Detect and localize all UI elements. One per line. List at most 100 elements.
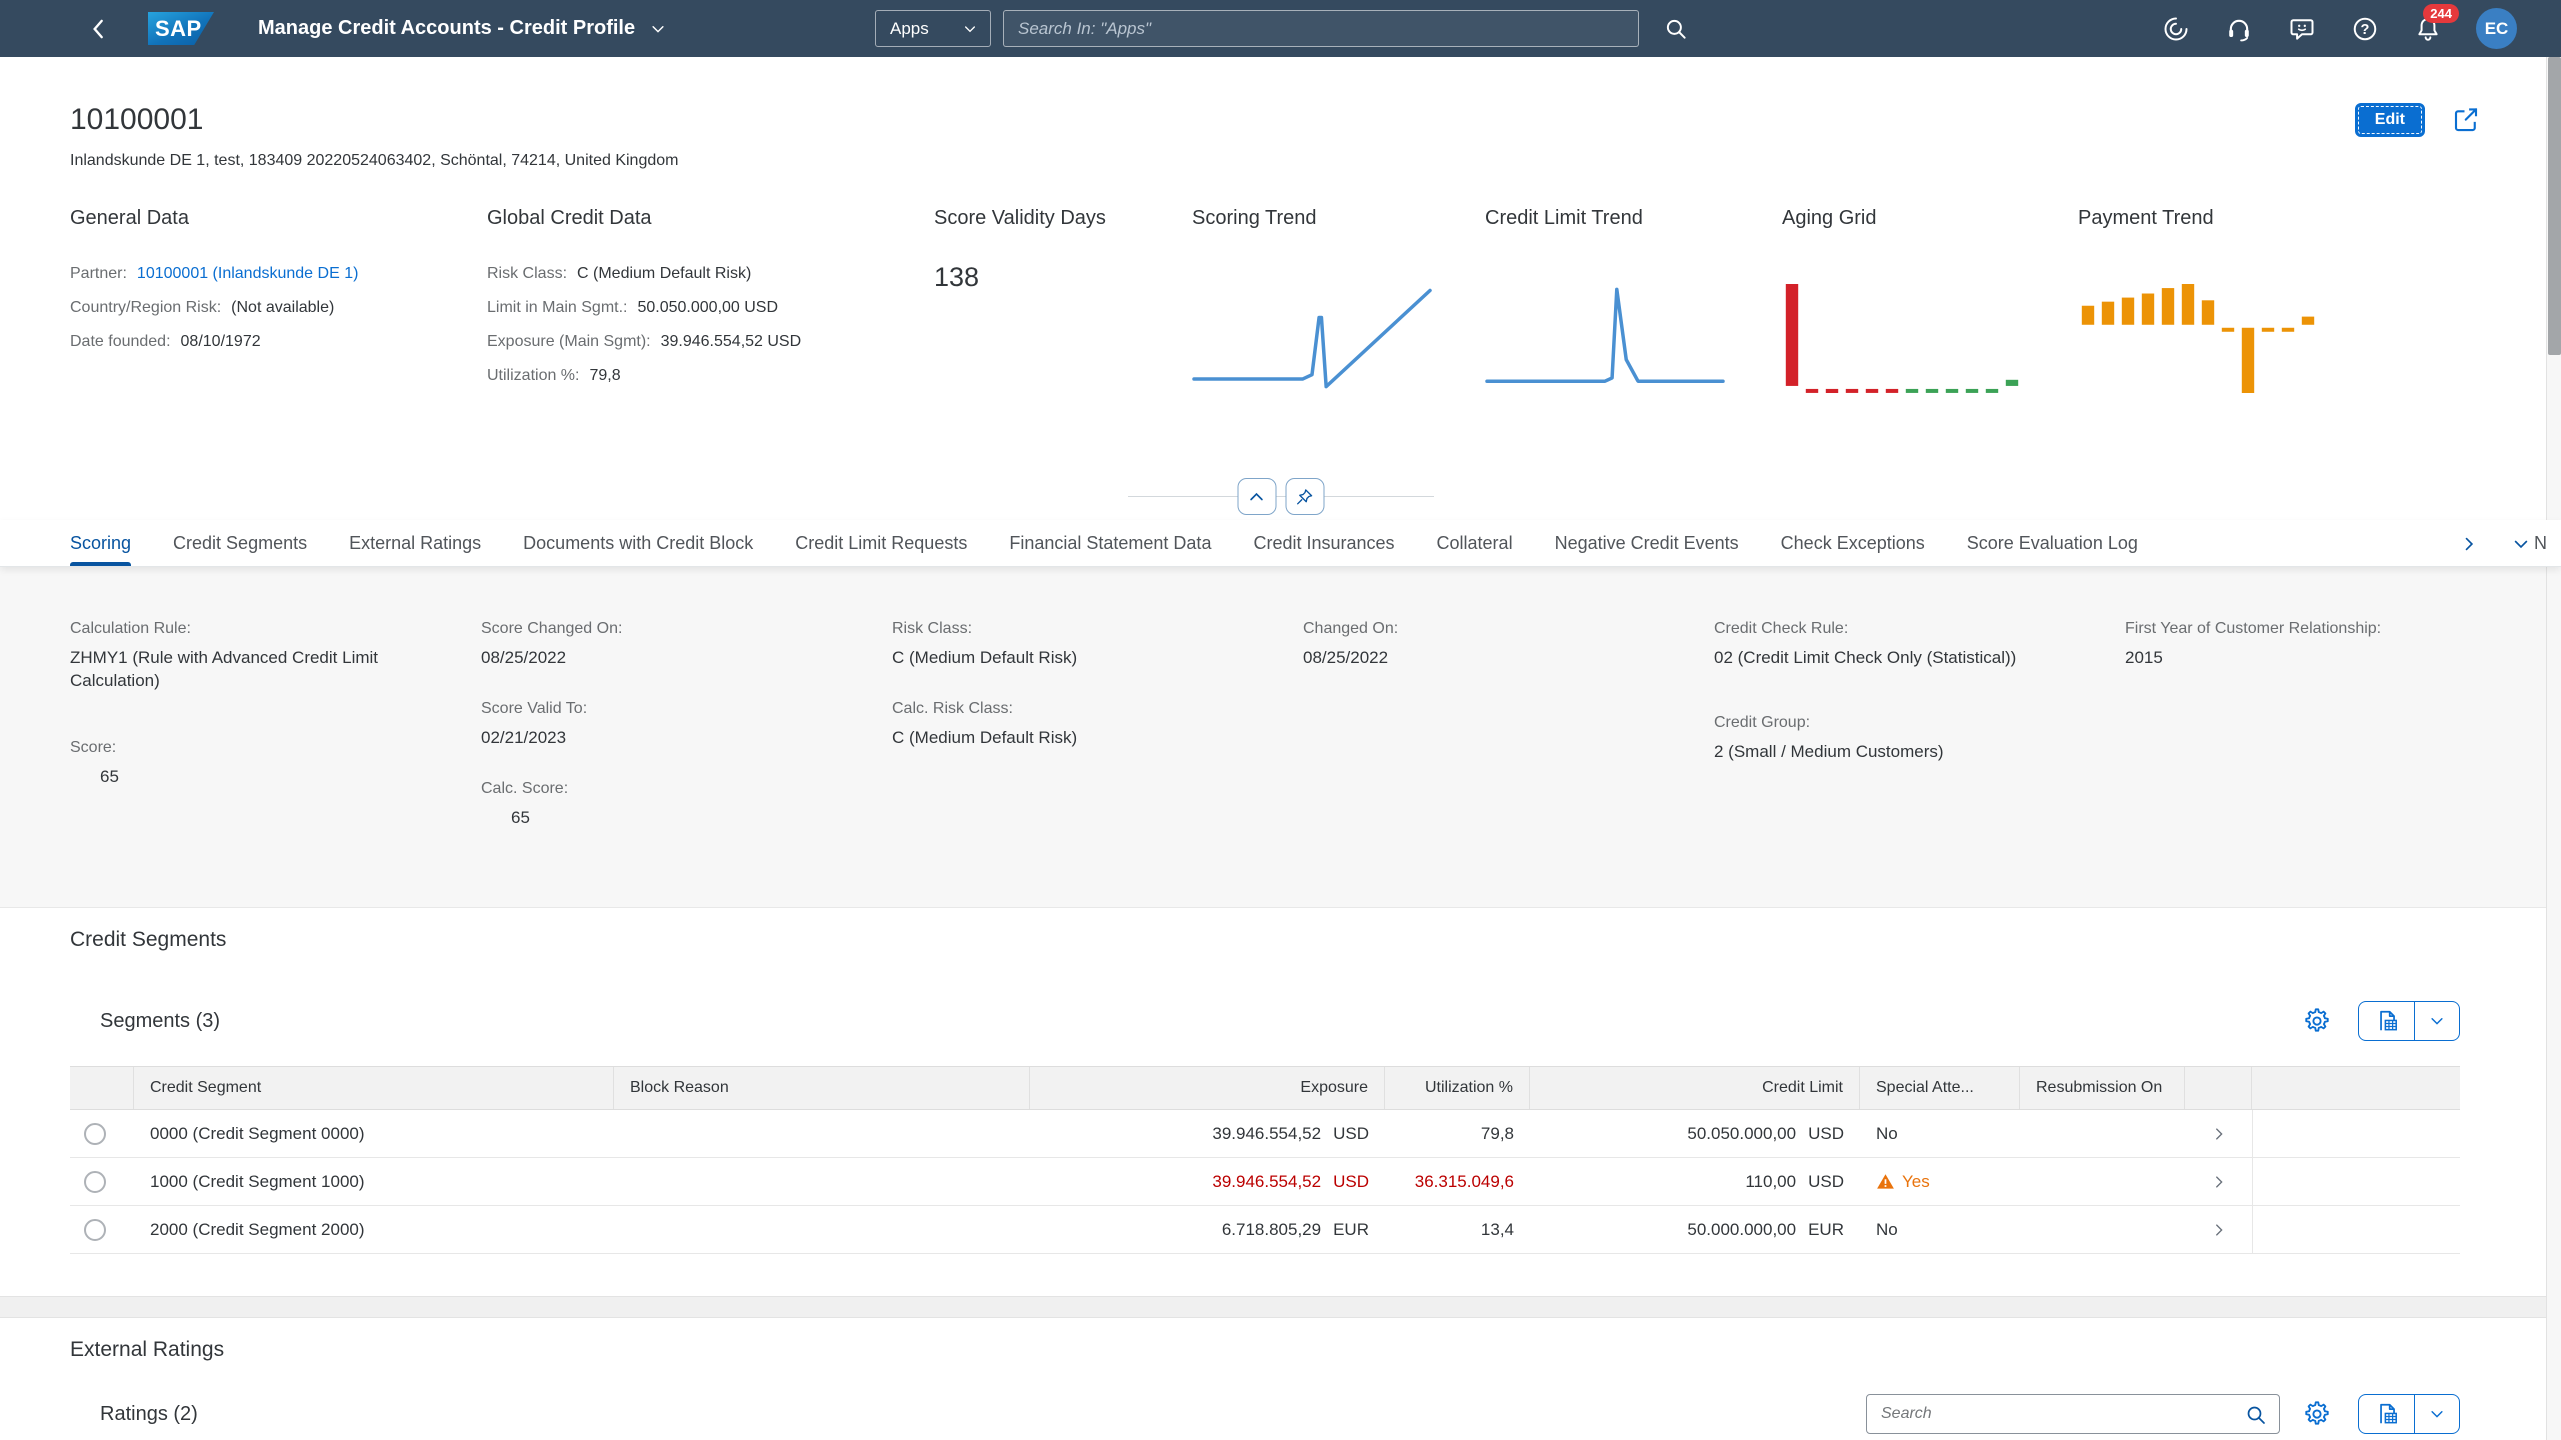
tab-credit-segments[interactable]: Credit Segments xyxy=(173,520,307,566)
search-icon[interactable] xyxy=(2244,1402,2270,1428)
field-label: Credit Check Rule: xyxy=(1714,620,2075,638)
block-reason-cell xyxy=(614,1206,1030,1253)
field-value: 08/10/1972 xyxy=(181,333,261,350)
shell-bar: SAP Manage Credit Accounts - Credit Prof… xyxy=(0,0,2561,57)
column-header[interactable]: Resubmission On xyxy=(2020,1067,2185,1109)
section-credit-segments: Credit Segments Segments (3) xyxy=(0,907,2561,1296)
ratings-table-title: Ratings (2) xyxy=(100,1403,198,1426)
scrollbar-thumb[interactable] xyxy=(2548,57,2561,355)
column-header[interactable]: Credit Segment xyxy=(134,1067,614,1109)
section-title: Credit Segments xyxy=(70,928,226,952)
app-title-menu[interactable]: Manage Credit Accounts - Credit Profile xyxy=(258,17,667,40)
tab-collateral[interactable]: Collateral xyxy=(1437,520,1513,566)
edit-button[interactable]: Edit xyxy=(2355,103,2425,137)
field-label: Credit Group: xyxy=(1714,714,2075,732)
field-label: Calc. Score: xyxy=(481,780,842,798)
tab-negative-credit-events[interactable]: Negative Credit Events xyxy=(1555,520,1739,566)
help-icon[interactable]: ? xyxy=(2350,12,2380,46)
row-radio-button[interactable] xyxy=(84,1171,106,1193)
field-value: ZHMY1 (Rule with Advanced Credit Limit C… xyxy=(70,647,422,693)
back-icon[interactable] xyxy=(84,9,114,49)
field-label: Changed On: xyxy=(1303,620,1664,638)
chart-title: Credit Limit Trend xyxy=(1485,207,1782,230)
field-value: 79,8 xyxy=(589,367,620,384)
column-header[interactable]: Block Reason xyxy=(614,1067,1030,1109)
table-settings-gear-icon[interactable] xyxy=(2302,1004,2336,1038)
chevron-down-icon xyxy=(649,20,667,38)
chart-title: Payment Trend xyxy=(2078,207,2378,230)
tab-external-ratings[interactable]: External Ratings xyxy=(349,520,481,566)
search-scope-select[interactable]: Apps xyxy=(875,10,991,47)
section-scoring: Calculation Rule:ZHMY1 (Rule with Advanc… xyxy=(0,567,2561,907)
chevron-up-icon xyxy=(1247,487,1267,507)
ratings-search-input[interactable] xyxy=(1866,1394,2280,1434)
pin-icon xyxy=(1295,487,1315,507)
header-facets: General Data Partner:10100001 (Inlandsku… xyxy=(70,207,2378,394)
collapse-header-button[interactable] xyxy=(1237,478,1276,515)
tabs-overflow-icon[interactable] xyxy=(2511,534,2531,554)
column-header[interactable]: Special Atte... xyxy=(1860,1067,2020,1109)
chart-title: Scoring Trend xyxy=(1192,207,1485,230)
partner-link[interactable]: 10100001 (Inlandskunde DE 1) xyxy=(137,265,359,282)
tab-documents-with-credit-block[interactable]: Documents with Credit Block xyxy=(523,520,753,566)
row-navigation-chevron-icon[interactable] xyxy=(2210,1221,2228,1239)
block-reason-cell xyxy=(614,1110,1030,1157)
field-label: Score Valid To: xyxy=(481,700,842,718)
table-header-row: Credit Segment Block Reason Exposure Uti… xyxy=(70,1066,2460,1110)
credit-limit-cell: 50.000.000,00EUR xyxy=(1530,1206,1860,1253)
pin-header-button[interactable] xyxy=(1285,478,1324,515)
credit-segment-cell: 0000 (Credit Segment 0000) xyxy=(134,1110,614,1157)
tab-financial-statement-data[interactable]: Financial Statement Data xyxy=(1009,520,1211,566)
tab-truncated[interactable]: N xyxy=(2534,520,2547,566)
support-headset-icon[interactable] xyxy=(2224,12,2254,46)
avatar[interactable]: EC xyxy=(2476,8,2517,49)
row-navigation-chevron-icon[interactable] xyxy=(2210,1125,2228,1143)
field-label: Score Changed On: xyxy=(481,620,842,638)
row-radio-button[interactable] xyxy=(84,1123,106,1145)
table-settings-gear-icon[interactable] xyxy=(2302,1397,2336,1431)
tabs-scroll-right-icon[interactable] xyxy=(2459,534,2479,554)
shell-actions: ? 244 EC xyxy=(2161,0,2517,57)
aging-grid-chart xyxy=(1782,282,2022,394)
export-menu-chevron-icon[interactable] xyxy=(2415,1395,2459,1433)
section-title: External Ratings xyxy=(70,1338,224,1362)
table-row[interactable]: 0000 (Credit Segment 0000) 39.946.554,52… xyxy=(70,1110,2460,1158)
field-value: 2 (Small / Medium Customers) xyxy=(1714,741,2075,764)
column-header[interactable]: Credit Limit xyxy=(1530,1067,1860,1109)
copilot-icon[interactable] xyxy=(2161,12,2191,46)
tab-scoring[interactable]: Scoring xyxy=(70,520,131,566)
payment-trend-chart xyxy=(2078,282,2318,394)
facet-general-data: General Data Partner:10100001 (Inlandsku… xyxy=(70,207,487,394)
resubmission-cell xyxy=(2020,1110,2185,1157)
facet-payment-trend: Payment Trend xyxy=(2078,207,2378,394)
row-radio-button[interactable] xyxy=(84,1219,106,1241)
export-spreadsheet-icon[interactable] xyxy=(2359,1395,2415,1433)
exposure-cell: 39.946.554,52USD xyxy=(1030,1158,1385,1205)
export-menu-chevron-icon[interactable] xyxy=(2415,1002,2459,1040)
feedback-chat-icon[interactable] xyxy=(2287,12,2317,46)
tab-credit-limit-requests[interactable]: Credit Limit Requests xyxy=(795,520,967,566)
shell-search-input[interactable] xyxy=(1003,10,1639,47)
notifications-bell-icon[interactable]: 244 xyxy=(2413,12,2443,46)
app-title: Manage Credit Accounts - Credit Profile xyxy=(258,17,635,40)
table-row[interactable]: 1000 (Credit Segment 1000) 39.946.554,52… xyxy=(70,1158,2460,1206)
table-row[interactable]: 2000 (Credit Segment 2000) 6.718.805,29E… xyxy=(70,1206,2460,1254)
row-navigation-chevron-icon[interactable] xyxy=(2210,1173,2228,1191)
export-spreadsheet-icon[interactable] xyxy=(2359,1002,2415,1040)
utilization-cell: 13,4 xyxy=(1385,1206,1530,1253)
tab-score-evaluation-log[interactable]: Score Evaluation Log xyxy=(1967,520,2138,566)
field-value: 2015 xyxy=(2125,647,2486,670)
facet-aging-grid: Aging Grid xyxy=(1782,207,2078,394)
tab-check-exceptions[interactable]: Check Exceptions xyxy=(1781,520,1925,566)
scrollbar-track[interactable] xyxy=(2546,57,2561,1440)
column-header[interactable]: Exposure xyxy=(1030,1067,1385,1109)
tab-credit-insurances[interactable]: Credit Insurances xyxy=(1253,520,1394,566)
resubmission-cell xyxy=(2020,1158,2185,1205)
field-label: Exposure (Main Sgmt): xyxy=(487,333,651,350)
share-icon[interactable] xyxy=(2451,104,2483,136)
search-icon[interactable] xyxy=(1659,12,1693,46)
special-attention-cell: Yes xyxy=(1860,1158,2020,1205)
column-header[interactable]: Utilization % xyxy=(1385,1067,1530,1109)
block-reason-cell xyxy=(614,1158,1030,1205)
export-split-button xyxy=(2358,1001,2460,1041)
